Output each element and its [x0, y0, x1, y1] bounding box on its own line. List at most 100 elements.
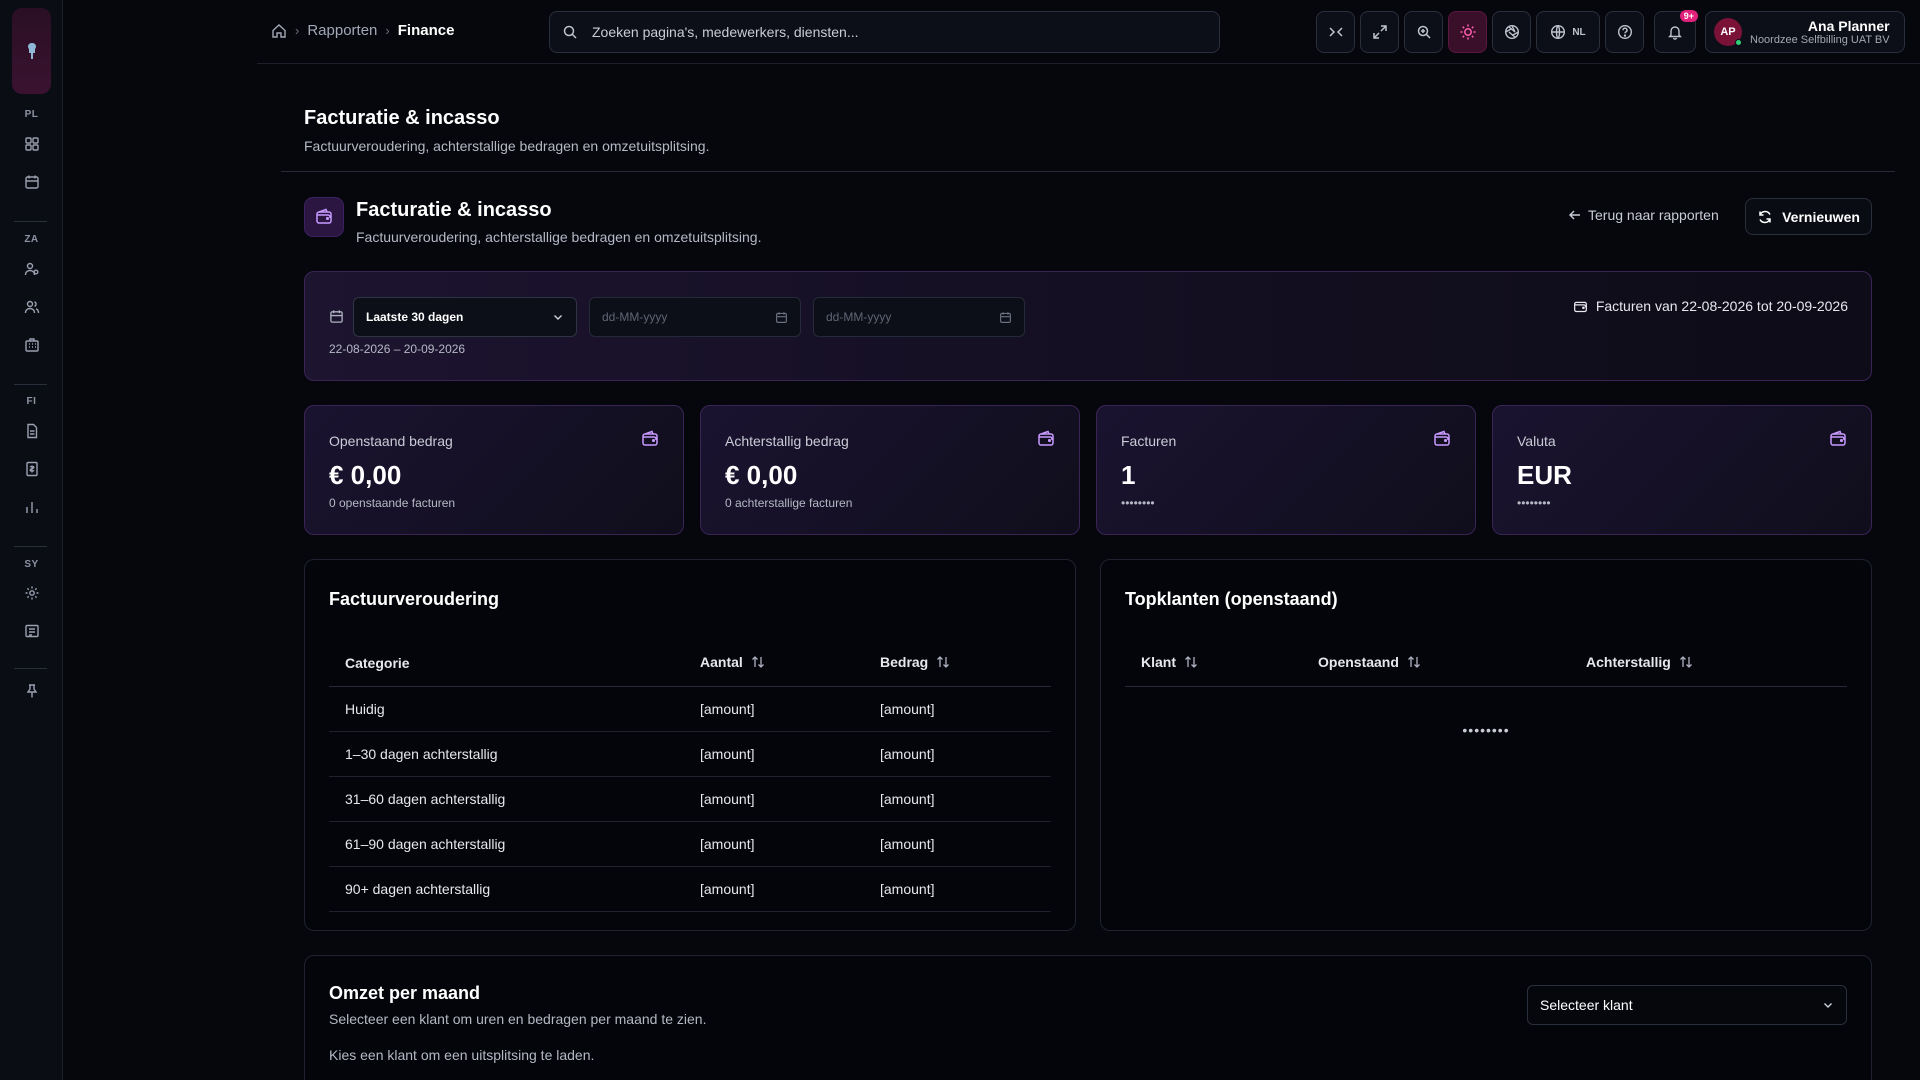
column-header-outstanding[interactable]: Openstaand — [1302, 640, 1570, 687]
language-code: NL — [1572, 26, 1586, 38]
kpi-label: Facturen — [1121, 433, 1177, 449]
collapse-sidebar-button[interactable] — [1316, 11, 1355, 53]
sun-icon — [1459, 23, 1477, 41]
column-header-category: Categorie — [329, 640, 684, 687]
cell-amount: [amount] — [864, 866, 1051, 912]
calendar-icon — [775, 311, 788, 324]
chevron-right-icon: › — [385, 23, 390, 38]
kpi-card-outstanding: Openstaand bedrag € 0,00 0 openstaande f… — [304, 405, 684, 535]
theme-toggle-button[interactable] — [1448, 11, 1487, 53]
cell-count: [amount] — [684, 776, 864, 822]
kpi-label: Openstaand bedrag — [329, 433, 453, 449]
avatar-initials: AP — [1720, 26, 1736, 38]
calendar-icon — [329, 309, 344, 324]
date-range-text: 22-08-2026 – 20-09-2026 — [329, 342, 466, 356]
sidebar-group-fi: FI — [26, 396, 37, 407]
kpi-note: 0 achterstallige facturen — [725, 496, 853, 510]
sort-icon[interactable] — [936, 655, 950, 672]
sidebar-divider — [14, 384, 47, 385]
end-date-input[interactable]: dd-MM-yyyy — [813, 297, 1025, 337]
revenue-per-month-card: Omzet per maand Selecteer een klant om u… — [304, 955, 1872, 1080]
sort-icon[interactable] — [1407, 655, 1421, 672]
cell-count: [amount] — [684, 866, 864, 912]
cell-amount: [amount] — [864, 821, 1051, 867]
zoom-in-icon — [1416, 24, 1432, 40]
period-select[interactable]: Laatste 30 dagen — [353, 297, 577, 337]
notifications-button[interactable]: 9+ — [1654, 10, 1698, 53]
collapse-arrows-icon — [1328, 24, 1344, 40]
log-icon[interactable] — [19, 618, 45, 644]
sort-icon[interactable] — [751, 655, 765, 672]
cell-category: 31–60 dagen achterstallig — [329, 776, 684, 822]
chevron-right-icon: › — [295, 23, 300, 38]
column-header-count[interactable]: Aantal — [684, 640, 864, 687]
section-title: Facturatie & incasso — [356, 199, 552, 221]
invoice-range-info: Facturen van 22-08-2026 tot 20-09-2026 — [1573, 298, 1848, 314]
wallet-icon — [1573, 299, 1588, 314]
refresh-label: Vernieuwen — [1782, 208, 1860, 225]
client-select[interactable]: Selecteer klant — [1527, 985, 1847, 1025]
panel-title: Topklanten (openstaand) — [1125, 589, 1338, 609]
user-menu[interactable]: AP Ana Planner Noordzee Selfbilling UAT … — [1705, 11, 1905, 53]
calendar-icon[interactable] — [19, 169, 45, 195]
cell-category: 1–30 dagen achterstallig — [329, 731, 684, 777]
online-status-dot — [1735, 39, 1742, 46]
breadcrumb-reports[interactable]: Rapporten — [307, 22, 377, 39]
start-date-input[interactable]: dd-MM-yyyy — [589, 297, 801, 337]
column-header-amount[interactable]: Bedrag — [864, 640, 1051, 687]
invoice-aging-panel: Factuurveroudering Categorie Aantal Bedr… — [304, 559, 1076, 931]
home-icon[interactable] — [271, 23, 287, 39]
search-input[interactable]: Zoeken pagina's, medewerkers, diensten..… — [549, 11, 1220, 53]
users-icon[interactable] — [19, 294, 45, 320]
zoom-button[interactable] — [1404, 11, 1443, 53]
wallet-icon — [1433, 430, 1451, 448]
table-row: 61–90 dagen achterstallig [amount] [amou… — [329, 821, 1051, 867]
panel-subtitle: Selecteer een klant om uren en bedragen … — [329, 1011, 707, 1027]
search-placeholder: Zoeken pagina's, medewerkers, diensten..… — [592, 24, 859, 40]
wallet-icon — [1829, 430, 1847, 448]
user-settings-icon[interactable] — [19, 256, 45, 282]
date-filter-card: Laatste 30 dagen dd-MM-yyyy dd-MM-yyyy 2… — [304, 271, 1872, 381]
sort-icon[interactable] — [1184, 655, 1198, 672]
fullscreen-button[interactable] — [1360, 11, 1399, 53]
aperture-button[interactable] — [1492, 11, 1531, 53]
table-header-row: Categorie Aantal Bedrag — [329, 640, 1051, 687]
help-button[interactable] — [1605, 11, 1644, 53]
app-logo[interactable] — [12, 8, 51, 94]
panel-title: Omzet per maand — [329, 983, 481, 1003]
column-header-label: Klant — [1141, 653, 1176, 670]
language-button[interactable]: NL — [1536, 11, 1600, 53]
cell-category: 61–90 dagen achterstallig — [329, 821, 684, 867]
sort-icon[interactable] — [1679, 655, 1693, 672]
cell-category: Huidig — [329, 686, 684, 732]
cell-category: 90+ dagen achterstallig — [329, 866, 684, 912]
aperture-icon — [1504, 24, 1520, 40]
invoice-icon[interactable] — [19, 456, 45, 482]
globe-icon — [1550, 24, 1566, 40]
search-icon — [562, 24, 578, 40]
period-selected-value: Laatste 30 dagen — [366, 310, 464, 324]
column-header-label: Aantal — [700, 653, 743, 670]
cell-count: [amount] — [684, 686, 864, 732]
expand-icon — [1372, 24, 1388, 40]
bar-chart-icon[interactable] — [19, 494, 45, 520]
dashboard-grid-icon[interactable] — [19, 131, 45, 157]
sidebar-divider — [14, 546, 47, 547]
user-organization: Noordzee Selfbilling UAT BV — [1750, 34, 1890, 46]
column-header-overdue[interactable]: Achterstallig — [1570, 640, 1847, 687]
building-icon[interactable] — [19, 332, 45, 358]
pin-icon[interactable] — [19, 678, 45, 704]
refresh-button[interactable]: Vernieuwen — [1745, 198, 1872, 235]
back-to-reports-link[interactable]: Terug naar rapporten — [1568, 207, 1719, 223]
wallet-icon — [304, 197, 344, 237]
table-row: Huidig [amount] [amount] — [329, 686, 1051, 732]
column-header-client[interactable]: Klant — [1125, 640, 1302, 687]
gear-icon[interactable] — [19, 580, 45, 606]
kpi-value: € 0,00 — [329, 460, 402, 490]
empty-hint: Kies een klant om een uitsplitsing te la… — [329, 1047, 595, 1063]
document-icon[interactable] — [19, 418, 45, 444]
kpi-note: 0 openstaande facturen — [329, 496, 456, 510]
client-select-label: Selecteer klant — [1540, 997, 1633, 1013]
top-bar: › Rapporten › Finance Zoeken pagina's, m… — [257, 0, 1920, 64]
top-clients-panel: Topklanten (openstaand) Klant Openstaand… — [1100, 559, 1872, 931]
